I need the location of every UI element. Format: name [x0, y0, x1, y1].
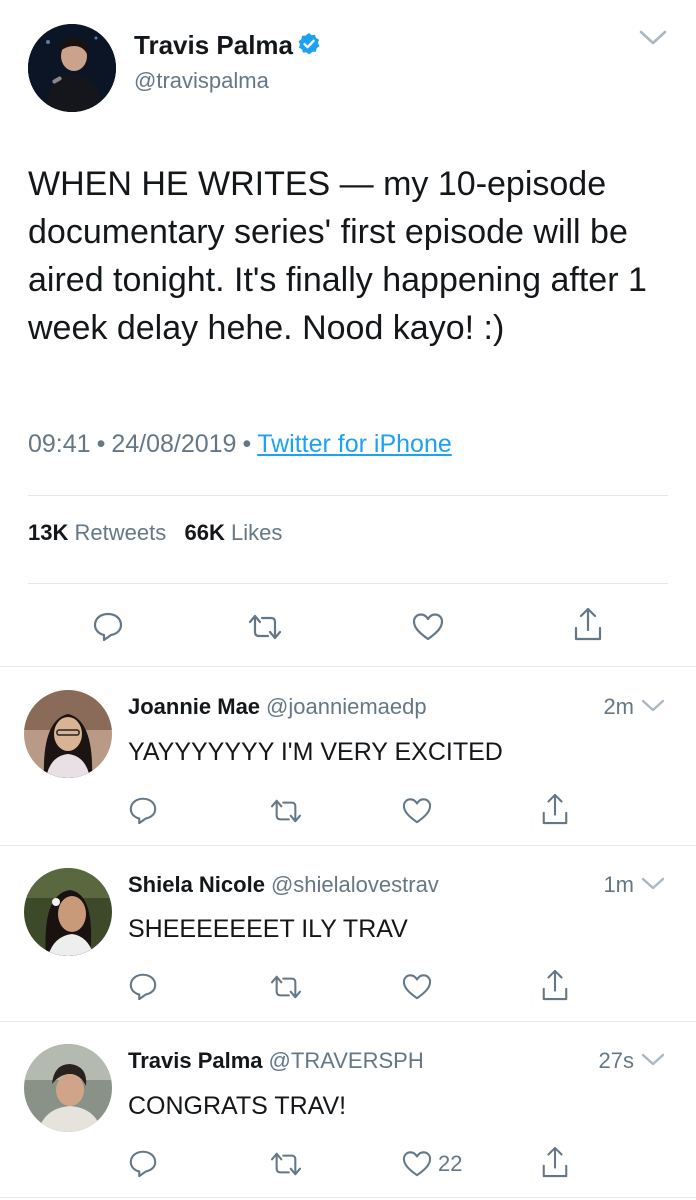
share-icon: [540, 1145, 570, 1179]
reply-author-handle: @joanniemaedp: [266, 694, 427, 719]
reply-author[interactable]: Travis Palma @TRAVERSPH: [128, 1048, 424, 1074]
reply-author-handle: @shielalovestrav: [270, 872, 439, 897]
share-icon: [572, 606, 604, 642]
tweet-date: 24/08/2019: [111, 430, 237, 458]
reply-time: 2m: [603, 694, 634, 719]
heart-icon: [402, 797, 432, 825]
separator-dot: •: [96, 430, 106, 458]
separator-dot: •: [242, 430, 252, 458]
likes-label[interactable]: Likes: [231, 520, 282, 545]
heart-icon: [402, 1150, 432, 1178]
reply-icon: [128, 795, 158, 825]
retweet-icon: [268, 1150, 304, 1178]
retweet-button[interactable]: [268, 797, 304, 825]
verified-badge-icon: [297, 32, 321, 63]
like-button[interactable]: [402, 973, 438, 1001]
reply-button[interactable]: [128, 971, 158, 1001]
author-name[interactable]: Travis Palma: [134, 30, 321, 63]
reply-author[interactable]: Joannie Mae @joanniemaedp: [128, 694, 427, 720]
retweet-button[interactable]: [246, 612, 284, 642]
divider: [0, 1021, 696, 1022]
retweet-icon: [246, 612, 284, 642]
retweets-label[interactable]: Retweets: [74, 520, 166, 545]
reply-author-handle: @TRAVERSPH: [268, 1048, 424, 1073]
like-button[interactable]: [402, 797, 438, 825]
chevron-down-icon[interactable]: [640, 1052, 666, 1073]
reply-text: CONGRATS TRAV!: [128, 1092, 347, 1120]
like-button[interactable]: [412, 612, 444, 642]
like-button[interactable]: 22: [402, 1150, 462, 1178]
like-count: 22: [438, 1151, 463, 1176]
tweet-stats: 13K Retweets 66K Likes: [28, 520, 282, 546]
reply-text: YAYYYYYYY I'M VERY EXCITED: [128, 738, 503, 766]
chevron-down-icon[interactable]: [638, 28, 668, 53]
reply-button[interactable]: [128, 1148, 158, 1178]
retweet-button[interactable]: [268, 973, 304, 1001]
likes-count[interactable]: 66K: [185, 520, 225, 545]
retweet-icon: [268, 973, 304, 1001]
retweet-icon: [268, 797, 304, 825]
divider: [0, 845, 696, 846]
share-button[interactable]: [572, 606, 604, 642]
tweet-meta: 09:41 • 24/08/2019 • Twitter for iPhone: [28, 430, 452, 459]
heart-icon: [402, 973, 432, 1001]
divider: [28, 583, 668, 584]
reply-avatar[interactable]: [24, 690, 112, 778]
reply-author-name: Shiela Nicole: [128, 872, 265, 897]
reply-text: SHEEEEEEET ILY TRAV: [128, 915, 408, 943]
heart-icon: [412, 612, 444, 642]
author-handle[interactable]: @travispalma: [134, 68, 269, 94]
chevron-down-icon[interactable]: [640, 876, 666, 897]
divider: [28, 495, 668, 496]
reply-button[interactable]: [92, 610, 124, 642]
share-button[interactable]: [540, 792, 570, 826]
reply-icon: [128, 1148, 158, 1178]
reply-time: 1m: [603, 872, 634, 897]
divider: [0, 666, 696, 667]
reply-avatar[interactable]: [24, 868, 112, 956]
reply-icon: [128, 971, 158, 1001]
main-tweet: Travis Palma @travispalma WHEN HE WRITES…: [0, 0, 696, 666]
reply-author[interactable]: Shiela Nicole @shielalovestrav: [128, 872, 439, 898]
divider: [0, 1197, 696, 1198]
reply-author-name: Joannie Mae: [128, 694, 261, 719]
reply-author-name: Travis Palma: [128, 1048, 263, 1073]
share-button[interactable]: [540, 968, 570, 1002]
author-avatar[interactable]: [28, 24, 116, 112]
retweet-button[interactable]: [268, 1150, 304, 1178]
tweet-time: 09:41: [28, 430, 91, 458]
reply-time: 27s: [598, 1048, 634, 1073]
reply-icon: [92, 610, 124, 642]
reply-avatar[interactable]: [24, 1044, 112, 1132]
reply-button[interactable]: [128, 795, 158, 825]
share-button[interactable]: [540, 1145, 570, 1179]
retweets-count[interactable]: 13K: [28, 520, 68, 545]
author-name-text: Travis Palma: [134, 30, 293, 60]
share-icon: [540, 792, 570, 826]
chevron-down-icon[interactable]: [640, 698, 666, 719]
tweet-source-link[interactable]: Twitter for iPhone: [257, 430, 452, 458]
tweet-text: WHEN HE WRITES — my 10-episode documenta…: [28, 165, 647, 347]
share-icon: [540, 968, 570, 1002]
